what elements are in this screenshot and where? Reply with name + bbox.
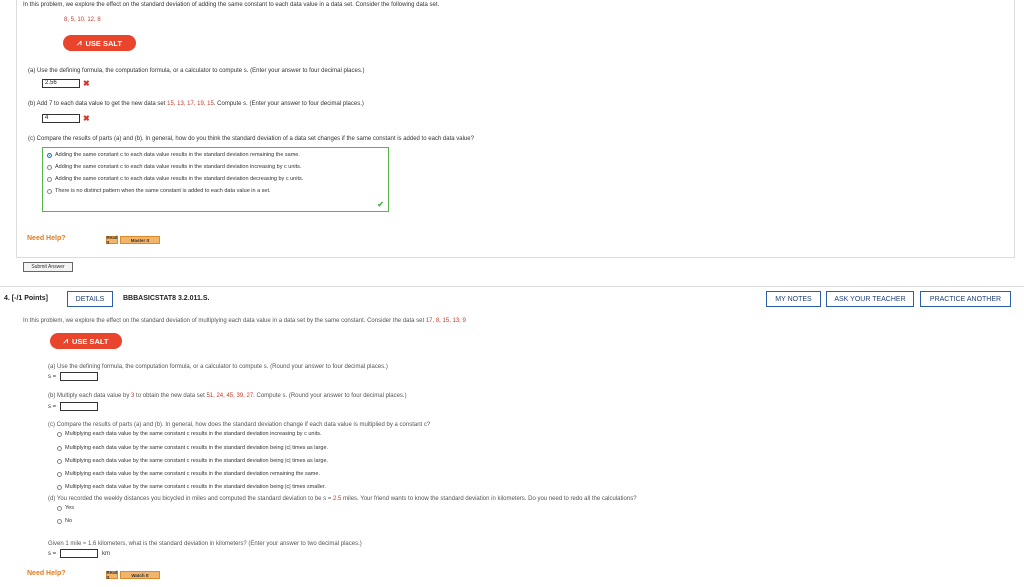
- q4-part-a-input[interactable]: [60, 372, 98, 381]
- ask-your-teacher-button[interactable]: ASK YOUR TEACHER: [826, 291, 914, 307]
- q4-option-yes[interactable]: Yes: [57, 505, 74, 511]
- q4-option-3[interactable]: Multiplying each data value by the same …: [57, 458, 328, 464]
- radio-icon[interactable]: [57, 431, 62, 437]
- q3-intro: In this problem, we explore the effect o…: [23, 2, 440, 8]
- q4-part-b-new-set: 51, 24, 45, 39, 27: [206, 393, 254, 399]
- radio-icon[interactable]: [47, 176, 52, 182]
- q4-part-b-s-label: s =: [48, 404, 57, 410]
- q4-salt-label: USE SALT: [71, 336, 109, 346]
- q3-data-set: 8, 5, 10, 12, 8: [64, 17, 101, 23]
- salt-chart-icon: ⩘: [76, 38, 82, 47]
- q4-need-help: Need Help?: [27, 570, 66, 577]
- q3-option-2[interactable]: Adding the same constant c to each data …: [47, 164, 301, 170]
- radio-icon[interactable]: [47, 188, 52, 194]
- radio-icon[interactable]: [57, 445, 62, 451]
- q4-part-d-text: (d) You recorded the weekly distances yo…: [48, 496, 637, 502]
- q4-part-b-input[interactable]: [60, 402, 98, 411]
- q3-need-help: Need Help?: [27, 235, 66, 242]
- radio-icon[interactable]: [57, 458, 62, 464]
- q3-read-it-button[interactable]: Read It: [106, 235, 118, 245]
- q3-part-b-text: (b) Add 7 to each data value to get the …: [28, 101, 364, 107]
- q3-option-1[interactable]: Adding the same constant c to each data …: [47, 152, 300, 158]
- q3-master-it-button[interactable]: Master It: [120, 236, 160, 244]
- q3-part-c-options: Adding the same constant c to each data …: [42, 147, 389, 212]
- radio-icon[interactable]: [57, 518, 62, 524]
- radio-icon[interactable]: [57, 505, 62, 511]
- radio-icon[interactable]: [47, 164, 52, 170]
- radio-icon[interactable]: [57, 484, 62, 490]
- q4-part-a-s-label: s =: [48, 374, 57, 380]
- my-notes-button[interactable]: MY NOTES: [766, 291, 821, 307]
- question-3-panel: [16, 0, 1015, 258]
- q4-option-no[interactable]: No: [57, 518, 72, 524]
- q4-use-salt-button[interactable]: ⩘ USE SALT: [50, 333, 122, 349]
- incorrect-x-icon: ✖: [83, 79, 90, 88]
- q3-option-3[interactable]: Adding the same constant c to each data …: [47, 176, 303, 182]
- q4-intro: In this problem, we explore the effect o…: [23, 318, 466, 324]
- q4-option-5[interactable]: Multiplying each data value by the same …: [57, 484, 326, 490]
- q4-data-set: 17, 8, 15, 13, 9: [425, 318, 466, 324]
- q3-option-4[interactable]: There is no distinct pattern when the sa…: [47, 188, 271, 194]
- q4-watch-it-button[interactable]: Watch It: [120, 571, 160, 579]
- q4-read-it-button[interactable]: Read It: [106, 570, 118, 580]
- q4-part-b-text: (b) Multiply each data value by 3 to obt…: [48, 393, 407, 399]
- q3-salt-label: USE SALT: [85, 38, 123, 48]
- q4-part-d-input[interactable]: [60, 549, 98, 558]
- submit-answer-button[interactable]: Submit Answer: [23, 262, 73, 272]
- salt-chart-icon: ⩘: [63, 336, 68, 345]
- q3-part-b-new-set: 15, 13, 17, 19, 15: [167, 101, 214, 107]
- q4-part-d-s-label: s =: [48, 551, 57, 557]
- q4-option-2[interactable]: Multiplying each data value by the same …: [57, 445, 328, 451]
- q4-option-1[interactable]: Multiplying each data value by the same …: [57, 431, 322, 437]
- q3-use-salt-button[interactable]: ⩘ USE SALT: [63, 35, 136, 51]
- q4-part-d-unit: km: [102, 551, 110, 557]
- details-button[interactable]: DETAILS: [67, 291, 113, 307]
- incorrect-x-icon: ✖: [83, 114, 90, 123]
- q4-problem-code: BBBASICSTAT8 3.2.011.S.: [123, 295, 210, 302]
- q3-part-a-text: (a) Use the defining formula, the comput…: [28, 68, 365, 74]
- correct-check-icon: ✔: [377, 200, 384, 209]
- q4-part-c-text: (c) Compare the results of parts (a) and…: [48, 422, 431, 428]
- q4-part-a-text: (a) Use the defining formula, the comput…: [48, 364, 388, 370]
- radio-icon[interactable]: [57, 471, 62, 477]
- q4-given-text: Given 1 mile ≈ 1.6 kilometers, what is t…: [48, 541, 362, 547]
- q4-points-label: 4. [-/1 Points]: [4, 295, 48, 302]
- q3-part-b-input[interactable]: 4: [42, 114, 80, 123]
- radio-selected-icon[interactable]: [47, 152, 52, 158]
- practice-another-button[interactable]: PRACTICE ANOTHER: [920, 291, 1011, 307]
- q3-part-a-input[interactable]: 2.56: [42, 79, 80, 88]
- q4-option-4[interactable]: Multiplying each data value by the same …: [57, 471, 320, 477]
- q3-part-c-text: (c) Compare the results of parts (a) and…: [28, 136, 474, 142]
